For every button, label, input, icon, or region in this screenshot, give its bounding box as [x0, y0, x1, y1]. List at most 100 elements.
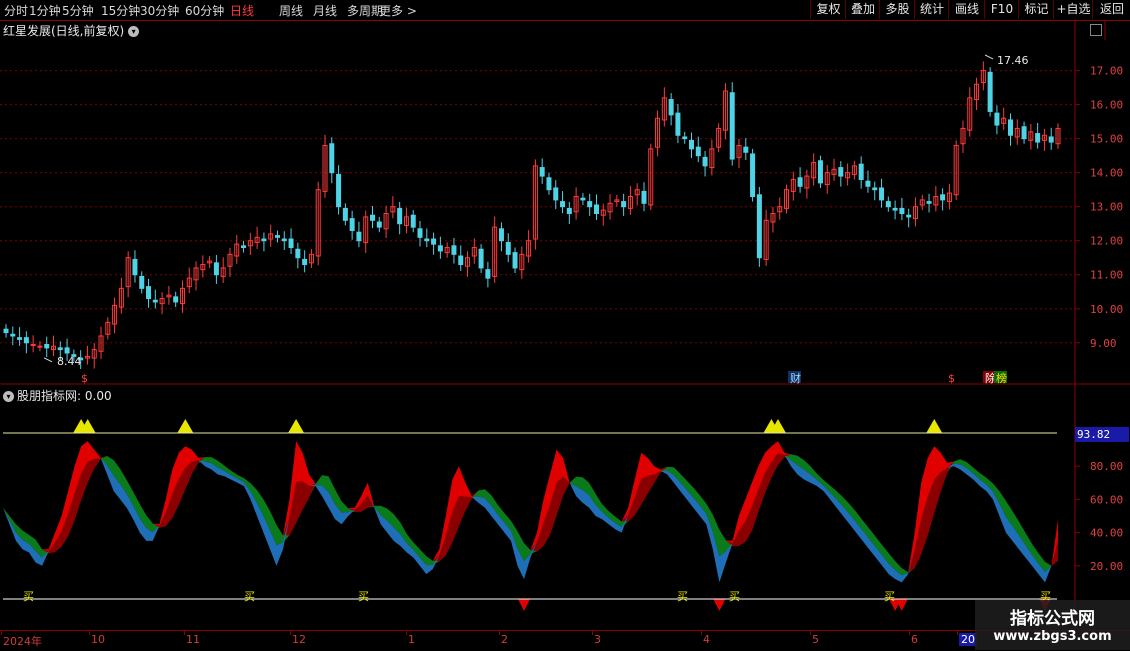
toolbar-button-7[interactable]: +自选 [1053, 0, 1093, 19]
buy-signal-label: 买 [358, 590, 369, 603]
candle [1021, 126, 1027, 140]
toolbar-button-6[interactable]: 标记 [1018, 0, 1054, 19]
event-marker[interactable]: 榜 [996, 371, 1007, 385]
event-marker[interactable]: $ [81, 372, 88, 385]
period-tab-8[interactable]: 月线 [313, 2, 337, 19]
candle [152, 299, 158, 303]
period-tab-7[interactable]: 周线 [279, 2, 303, 19]
toolbar-button-4[interactable]: 画线 [948, 0, 985, 19]
x-axis-tick [184, 631, 185, 635]
toolbar-button-1[interactable]: 叠加 [845, 0, 880, 19]
candle [139, 275, 145, 289]
candle [132, 258, 138, 276]
candle [370, 214, 376, 221]
candle [987, 71, 993, 112]
candle [342, 207, 348, 221]
candle [743, 146, 749, 153]
candle [580, 197, 586, 201]
candle [593, 204, 599, 215]
buy-signal-label: 买 [729, 590, 740, 603]
x-axis-label: 10 [91, 633, 105, 646]
trough-marker [517, 599, 530, 611]
event-marker[interactable]: 财 [790, 371, 801, 385]
candle [926, 201, 932, 204]
period-tab-2[interactable]: 5分钟 [62, 2, 94, 19]
candle [349, 218, 355, 232]
price-tick-label: 17.00 [1090, 65, 1123, 78]
candle [424, 238, 430, 242]
x-axis-tick [701, 631, 702, 635]
candle [1035, 133, 1041, 143]
indicator-tick-label: 60.00 [1090, 493, 1123, 506]
peak-marker [177, 419, 194, 433]
candle [376, 221, 382, 228]
candle [288, 238, 294, 249]
low-pointer [43, 357, 53, 363]
candle [940, 194, 946, 201]
candle [10, 333, 16, 337]
buy-signal-label: 买 [244, 590, 255, 603]
candle [498, 228, 504, 242]
candle [899, 207, 905, 215]
period-tab-5[interactable]: 60分钟 [185, 2, 224, 19]
toolbar-button-5[interactable]: F10 [984, 0, 1019, 19]
period-tab-3[interactable]: 15分钟 [101, 2, 140, 19]
toolbar-button-3[interactable]: 统计 [914, 0, 949, 19]
candle [505, 241, 511, 255]
toolbar-button-8[interactable]: 返回 [1092, 0, 1130, 19]
trough-marker [713, 599, 726, 611]
peak-marker [926, 419, 943, 433]
candle [879, 187, 885, 201]
x-axis-label: 3 [594, 633, 601, 646]
indicator-tick-label: 40.00 [1090, 527, 1123, 540]
candle [37, 345, 43, 348]
price-tick-label: 15.00 [1090, 133, 1123, 146]
candle [397, 207, 403, 225]
candle [23, 337, 29, 344]
candle [539, 167, 545, 177]
x-axis-tick [499, 631, 500, 635]
candle [994, 112, 1000, 126]
indicator-panel[interactable]: ▾ 股朋指标网: 0.00 80.00 60.00 40.00 20.00 买买买买买买买… [0, 385, 1130, 630]
candle [336, 173, 342, 208]
candle [173, 296, 179, 303]
candle [885, 201, 891, 208]
candle [682, 136, 688, 140]
period-tab-1[interactable]: 1分钟 [29, 2, 61, 19]
candle [750, 153, 756, 197]
period-tab-0[interactable]: 分时 [4, 2, 28, 19]
x-axis-label: 4 [703, 633, 710, 646]
price-tick-label: 11.00 [1090, 269, 1123, 282]
period-tab-4[interactable]: 30分钟 [140, 2, 179, 19]
candle [451, 245, 457, 255]
candle [865, 180, 871, 187]
toolbar-button-2[interactable]: 多股 [879, 0, 915, 19]
period-tab-6[interactable]: 日线 [230, 2, 254, 19]
toolbar-button-0[interactable]: 复权 [810, 0, 846, 19]
candle [485, 269, 491, 279]
watermark-url: www.zbgs3.com [993, 629, 1112, 644]
candle [872, 187, 878, 191]
event-marker[interactable]: $ [948, 372, 955, 385]
candle [675, 112, 681, 136]
price-chart-panel[interactable]: 红星发展(日线,前复权) ▾ 17.00 16.00 15.00 14.00 13.00 1… [0, 20, 1130, 385]
period-tab-9[interactable]: 多周期 [347, 2, 383, 19]
candle [702, 156, 708, 167]
price-tick-label: 9.00 [1090, 337, 1117, 350]
candle [261, 238, 267, 242]
x-axis-label: 1 [408, 633, 415, 646]
candle [64, 347, 70, 354]
buy-signal-label: 买 [23, 590, 34, 603]
candle [437, 245, 443, 252]
price-tick-label: 10.00 [1090, 303, 1123, 316]
x-axis-tick [810, 631, 811, 635]
candle [17, 337, 23, 340]
candle [417, 228, 423, 238]
candle [553, 187, 559, 201]
price-tick-label: 16.00 [1090, 99, 1123, 112]
period-tab-10[interactable]: 更多 > [379, 2, 417, 19]
candle [797, 177, 803, 187]
candle [3, 328, 9, 334]
x-axis-tick [957, 631, 958, 635]
candle [566, 207, 572, 215]
